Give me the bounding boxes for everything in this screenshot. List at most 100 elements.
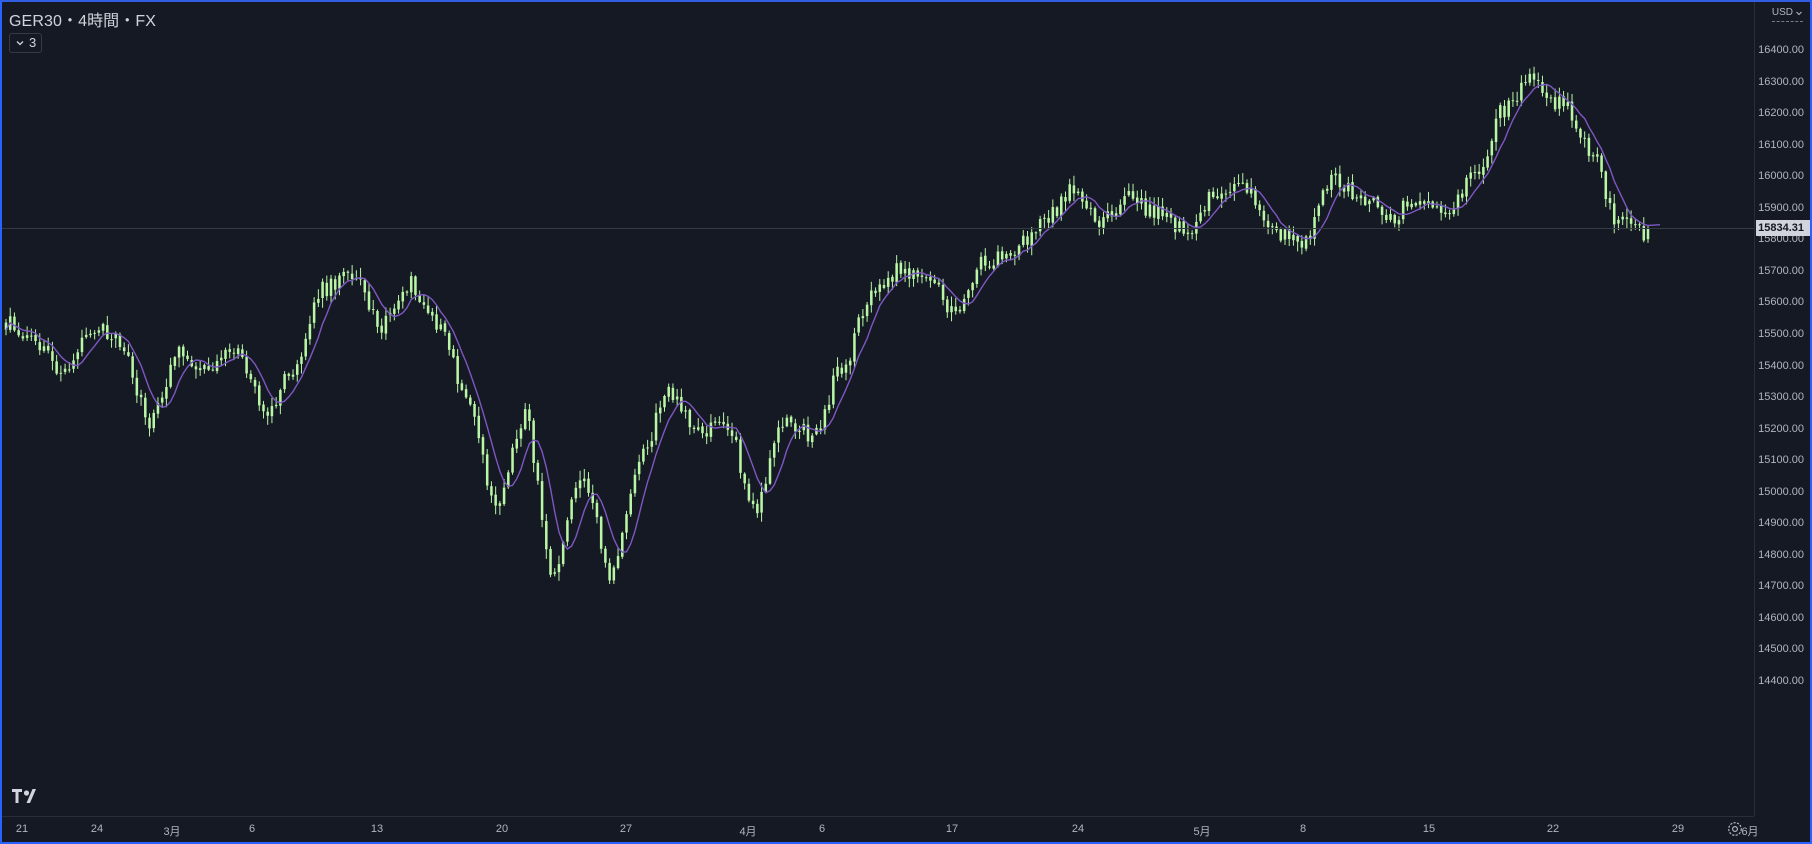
candle-body bbox=[38, 342, 42, 351]
time-tick-label: 8 bbox=[1299, 823, 1307, 835]
candle-body bbox=[1368, 200, 1371, 205]
candle-body bbox=[1461, 193, 1464, 198]
candle-body bbox=[308, 324, 312, 340]
candle-body bbox=[1376, 196, 1380, 208]
candle-body bbox=[975, 269, 979, 284]
indicators-toggle-button[interactable]: 3 bbox=[9, 33, 43, 53]
candle-body bbox=[144, 397, 147, 418]
candle-body bbox=[924, 277, 928, 279]
candle-body bbox=[616, 556, 620, 569]
chart-svg[interactable] bbox=[2, 2, 1754, 816]
candle-body bbox=[224, 349, 227, 359]
candle-body bbox=[1300, 240, 1304, 248]
candle-body bbox=[667, 386, 670, 397]
candle-body bbox=[1486, 156, 1489, 168]
candle-body bbox=[629, 493, 632, 515]
candle-body bbox=[494, 494, 497, 506]
candle-body bbox=[1296, 235, 1299, 242]
candle-body bbox=[241, 349, 244, 358]
candle-body bbox=[1076, 191, 1080, 194]
candle-body bbox=[1258, 204, 1261, 211]
candle-body bbox=[342, 271, 345, 277]
price-tick-label: 14500.00 bbox=[1758, 643, 1804, 656]
candle-body bbox=[895, 263, 898, 283]
candle-body bbox=[1317, 205, 1321, 216]
symbol-title[interactable]: GER30・4時間・FX bbox=[9, 7, 156, 31]
candle-body bbox=[426, 305, 430, 313]
candle-body bbox=[747, 483, 751, 501]
candle-body bbox=[663, 395, 666, 408]
candle-body bbox=[1385, 214, 1388, 220]
candle-body bbox=[1072, 185, 1076, 194]
candle-body bbox=[671, 387, 675, 400]
candle-body bbox=[891, 276, 894, 282]
candle-body bbox=[63, 368, 67, 372]
time-tick-label: 24 bbox=[1071, 823, 1085, 835]
time-tick-label: 29 bbox=[1671, 823, 1685, 835]
candle-body bbox=[1266, 220, 1270, 228]
candle-body bbox=[393, 308, 396, 314]
candle-body bbox=[371, 309, 375, 311]
candle-body bbox=[228, 349, 231, 352]
candle-body bbox=[89, 333, 92, 336]
price-tick-label: 16300.00 bbox=[1758, 75, 1804, 88]
candle-body bbox=[169, 364, 172, 387]
candle-body bbox=[1646, 228, 1650, 240]
candle-body bbox=[1034, 232, 1038, 234]
time-scale[interactable]: 21 24 3月 6 13 20 27 4月 6 17 24 5月 8 15 22 29 6月 bbox=[2, 816, 1759, 842]
candle-body bbox=[93, 332, 96, 334]
candle-body bbox=[633, 474, 637, 494]
candle-body bbox=[266, 411, 269, 416]
candles-group bbox=[4, 66, 1650, 585]
candle-body bbox=[194, 366, 198, 370]
candle-body bbox=[257, 385, 261, 406]
candle-body bbox=[1498, 105, 1502, 119]
candle-body bbox=[1380, 206, 1384, 215]
candle-body bbox=[1178, 221, 1181, 232]
candle-body bbox=[967, 290, 970, 298]
candle-body bbox=[1490, 140, 1494, 156]
price-tick-label: 14400.00 bbox=[1758, 675, 1804, 687]
time-tick-label: 21 bbox=[15, 823, 29, 835]
candle-body bbox=[21, 336, 25, 339]
candle-body bbox=[51, 351, 54, 361]
tradingview-logo-icon[interactable] bbox=[12, 788, 44, 804]
candle-body bbox=[1528, 73, 1532, 83]
candle-body bbox=[1545, 92, 1548, 98]
candle-body bbox=[549, 549, 552, 575]
candle-body bbox=[1566, 102, 1570, 107]
candle-body bbox=[1060, 196, 1063, 216]
gear-icon[interactable] bbox=[1726, 820, 1744, 838]
candle-body bbox=[59, 372, 63, 374]
price-tick-label: 15600.00 bbox=[1758, 296, 1804, 309]
candle-body bbox=[1604, 171, 1608, 200]
candle-body bbox=[329, 278, 333, 296]
candle-body bbox=[625, 514, 628, 533]
candle-body bbox=[1338, 173, 1342, 188]
candle-body bbox=[1507, 100, 1510, 117]
candle-body bbox=[874, 290, 877, 294]
candle-body bbox=[1414, 203, 1418, 206]
candle-body bbox=[882, 285, 886, 288]
candle-body bbox=[414, 276, 417, 295]
chevron-down-icon bbox=[16, 41, 24, 46]
price-tick-label: 15900.00 bbox=[1758, 201, 1804, 214]
chart-plot-area[interactable]: GER30・4時間・FX 3 bbox=[2, 2, 1754, 816]
candle-body bbox=[781, 426, 784, 428]
price-tick-label: 15000.00 bbox=[1758, 485, 1804, 498]
candle-body bbox=[1473, 171, 1477, 173]
candle-body bbox=[1241, 182, 1245, 184]
candle-body bbox=[646, 447, 649, 449]
candle-body bbox=[713, 421, 717, 423]
candle-body bbox=[1097, 220, 1101, 227]
price-scale[interactable]: USD 16400.00 16300.00 16200.00 16100.00 1600… bbox=[1754, 2, 1810, 816]
candle-body bbox=[1583, 137, 1586, 139]
currency-button[interactable]: USD bbox=[1771, 7, 1803, 22]
candle-body bbox=[397, 300, 400, 310]
candle-body bbox=[532, 420, 535, 463]
candle-body bbox=[962, 298, 966, 311]
candle-body bbox=[1397, 220, 1401, 225]
candle-body bbox=[545, 521, 548, 550]
candle-body bbox=[1203, 210, 1207, 212]
time-tick-label: 24 bbox=[90, 823, 104, 835]
